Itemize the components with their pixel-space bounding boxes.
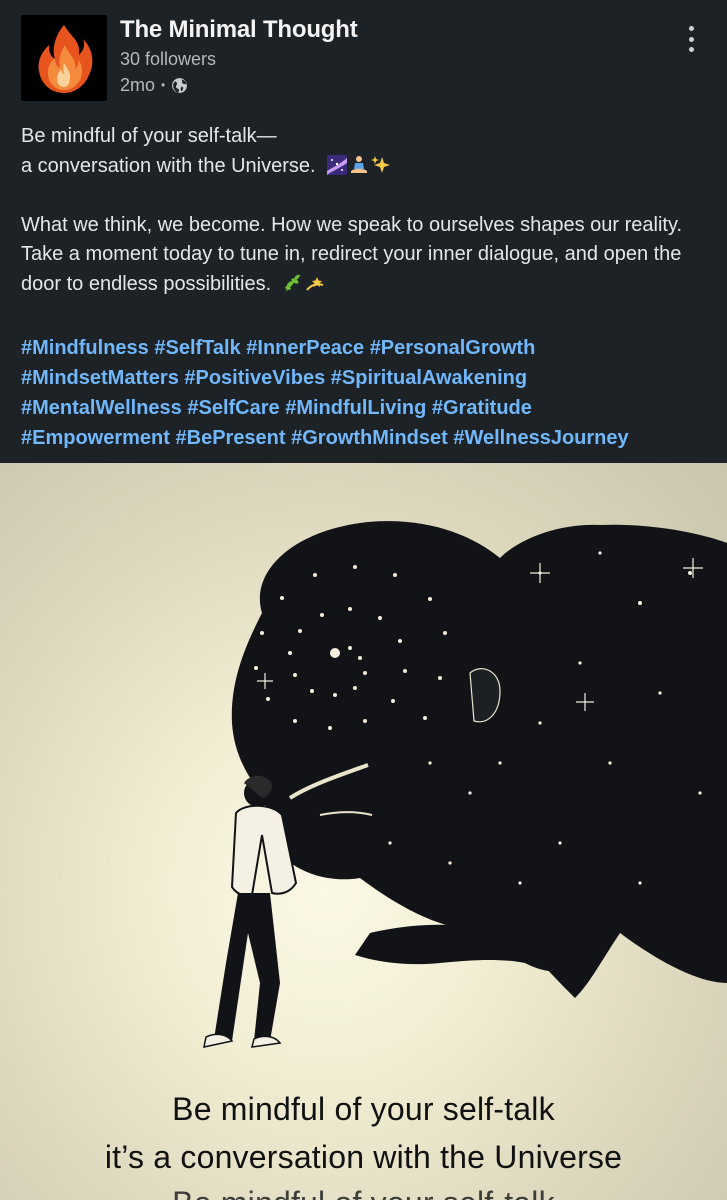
hashtag-link[interactable]: #SelfTalk xyxy=(154,337,240,359)
hashtag-link[interactable]: #Empowerment xyxy=(21,427,170,449)
milky-way-emoji xyxy=(327,154,348,175)
author-avatar[interactable] xyxy=(21,15,107,101)
cosmic-head-illustration xyxy=(203,521,727,1048)
feed-post: The Minimal Thought 30 followers 2mo • B… xyxy=(0,0,727,1200)
hashtag-list: #Mindfulness #SelfTalk #InnerPeace #Pers… xyxy=(21,333,711,453)
post-meta: 2mo • xyxy=(120,72,358,98)
more-dot xyxy=(688,47,694,52)
hashtag-link[interactable]: #PositiveVibes xyxy=(184,367,325,389)
hashtag-link[interactable]: #WellnessJourney xyxy=(453,427,628,449)
meta-separator: • xyxy=(161,78,166,92)
globe-icon xyxy=(172,77,188,93)
post-time: 2mo xyxy=(120,75,156,95)
hashtag-link[interactable]: #MentalWellness xyxy=(21,397,182,419)
author-name[interactable]: The Minimal Thought xyxy=(120,14,358,46)
post-text: Be mindful of your self-talk— a conversa… xyxy=(21,122,711,299)
hashtag-link[interactable]: #Gratitude xyxy=(432,397,532,419)
hashtag-link[interactable]: #GrowthMindset xyxy=(291,427,448,449)
post-image[interactable]: Be mindful of your self-talk it’s a conv… xyxy=(0,463,727,1200)
post-line-2-wrap: a conversation with the Universe. xyxy=(21,152,711,182)
hashtag-link[interactable]: #Mindfulness xyxy=(21,337,149,359)
image-caption-line-3: Be mindful of your self-talk xyxy=(0,1185,727,1200)
post-line-1: Be mindful of your self-talk— xyxy=(21,125,277,147)
hashtag-link[interactable]: #SelfCare xyxy=(187,397,279,419)
hashtag-link[interactable]: #SpiritualAwakening xyxy=(331,367,527,389)
author-info: The Minimal Thought 30 followers 2mo • xyxy=(120,14,358,98)
post-line-2: a conversation with the Universe. xyxy=(21,154,316,177)
hashtag-link[interactable]: #PersonalGrowth xyxy=(370,337,536,359)
more-dot xyxy=(688,36,694,42)
image-caption-line-2: it’s a conversation with the Universe xyxy=(104,1139,623,1175)
hashtag-link[interactable]: #BePresent xyxy=(176,427,286,449)
more-options-button[interactable] xyxy=(680,24,702,54)
hashtag-link[interactable]: #MindsetMatters xyxy=(21,367,179,389)
follower-count: 30 followers xyxy=(120,49,217,69)
more-vertical-icon xyxy=(688,26,694,31)
flame-icon xyxy=(38,25,93,93)
post-paragraph-2: What we think, we become. How we speak t… xyxy=(21,213,683,295)
herb-emoji xyxy=(284,274,301,292)
dizzy-emoji xyxy=(305,276,324,291)
hashtag-link[interactable]: #InnerPeace xyxy=(246,337,364,359)
image-caption-line-1: Be mindful of your self-talk xyxy=(172,1091,555,1127)
person-meditating-emoji xyxy=(351,155,368,173)
post-paragraph-2-wrap: What we think, we become. How we speak t… xyxy=(21,211,711,300)
hashtag-link[interactable]: #MindfulLiving xyxy=(285,397,426,419)
post-header: The Minimal Thought 30 followers 2mo • xyxy=(0,0,727,110)
sparkles-emoji xyxy=(371,155,391,173)
